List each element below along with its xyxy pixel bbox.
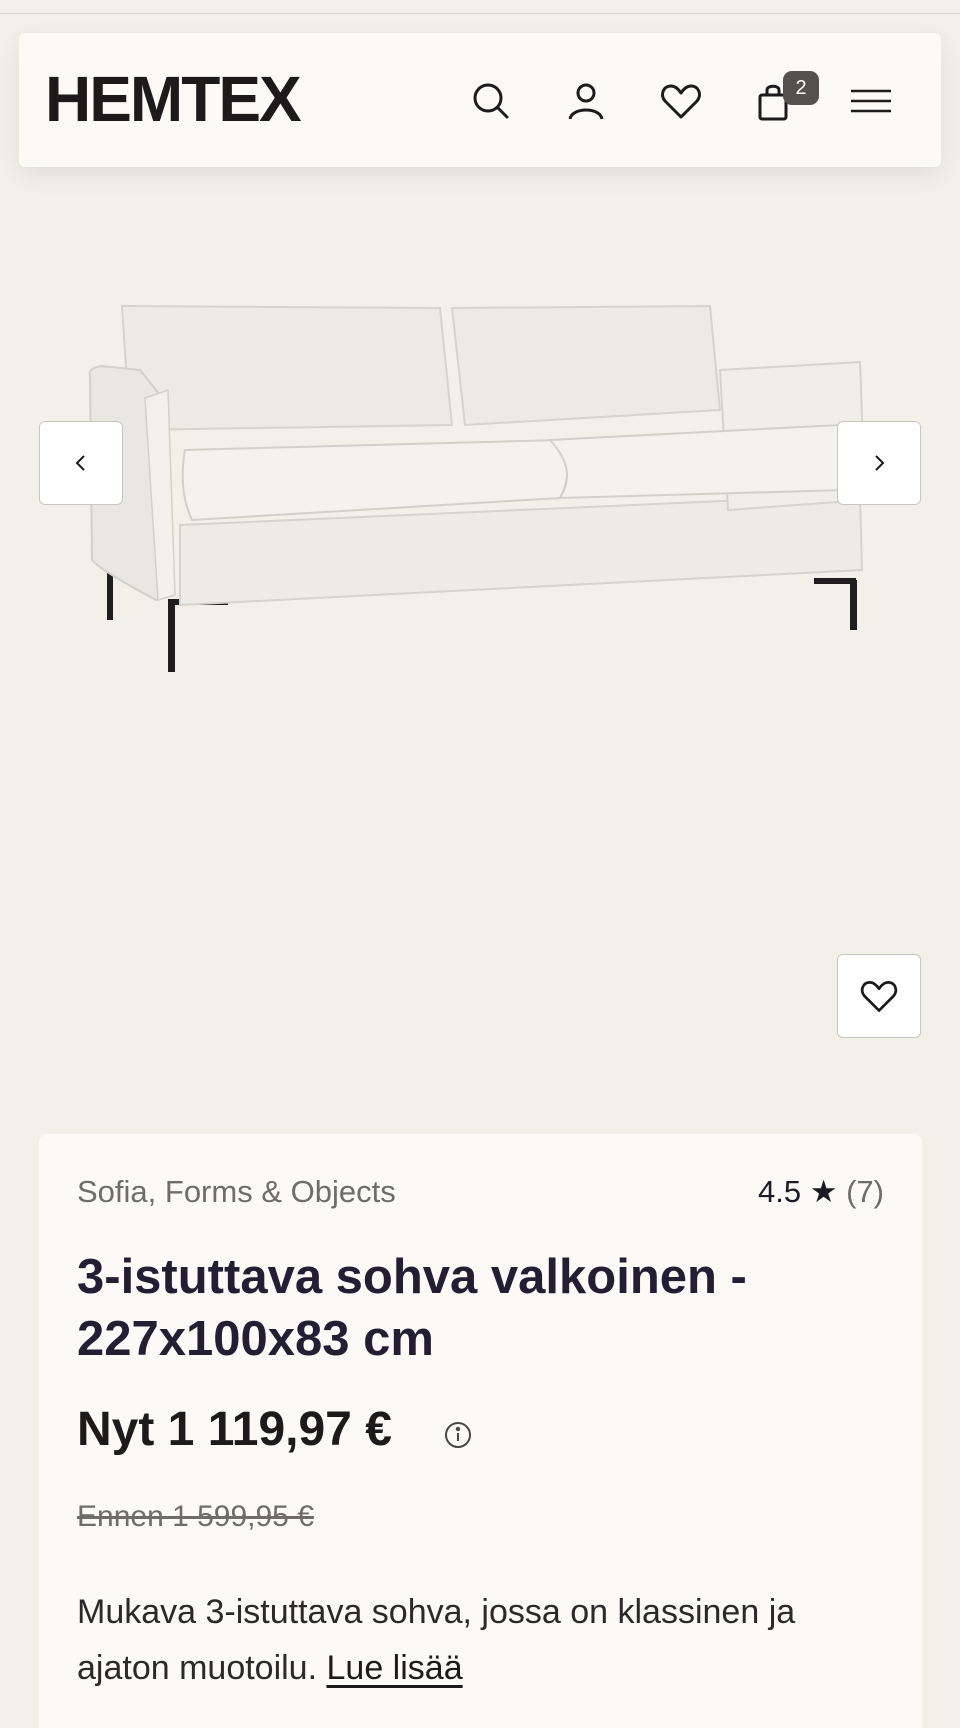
current-price: Nyt 1 119,97 €	[77, 1403, 392, 1456]
heart-icon	[860, 981, 898, 1012]
status-bar-divider	[0, 0, 960, 14]
product-title: 3-istuttava sohva valkoinen - 227x100x83…	[77, 1250, 747, 1366]
product-gallery	[0, 190, 960, 1110]
chevron-right-icon	[875, 455, 885, 471]
heart-icon[interactable]	[657, 77, 705, 125]
search-icon[interactable]	[467, 77, 515, 125]
product-description: Mukava 3-istuttava sohva, jossa on klass…	[77, 1584, 887, 1696]
original-price: Ennen 1 599,95 €	[77, 1500, 314, 1533]
menu-icon[interactable]	[847, 77, 895, 125]
cart-count-badge[interactable]: 2	[783, 71, 819, 105]
product-rating[interactable]: 4.5 ★ (7)	[758, 1174, 884, 1210]
product-brand[interactable]: Sofia, Forms & Objects	[77, 1174, 396, 1210]
chevron-left-icon	[75, 455, 85, 471]
user-icon[interactable]	[562, 77, 610, 125]
review-count: (7)	[846, 1174, 884, 1209]
read-more-link[interactable]: Lue lisää	[327, 1649, 463, 1687]
brand-logo[interactable]: HEMTEX	[45, 63, 302, 135]
info-icon[interactable]	[443, 1420, 473, 1450]
next-image-button[interactable]	[837, 421, 921, 505]
site-header: HEMTEX 2	[19, 33, 941, 167]
prev-image-button[interactable]	[39, 421, 123, 505]
product-info-card: Sofia, Forms & Objects 4.5 ★ (7) 3-istut…	[39, 1134, 922, 1728]
rating-value: 4.5 ★	[757, 1174, 838, 1209]
add-to-wishlist-button[interactable]	[837, 954, 921, 1038]
product-image	[88, 304, 867, 672]
